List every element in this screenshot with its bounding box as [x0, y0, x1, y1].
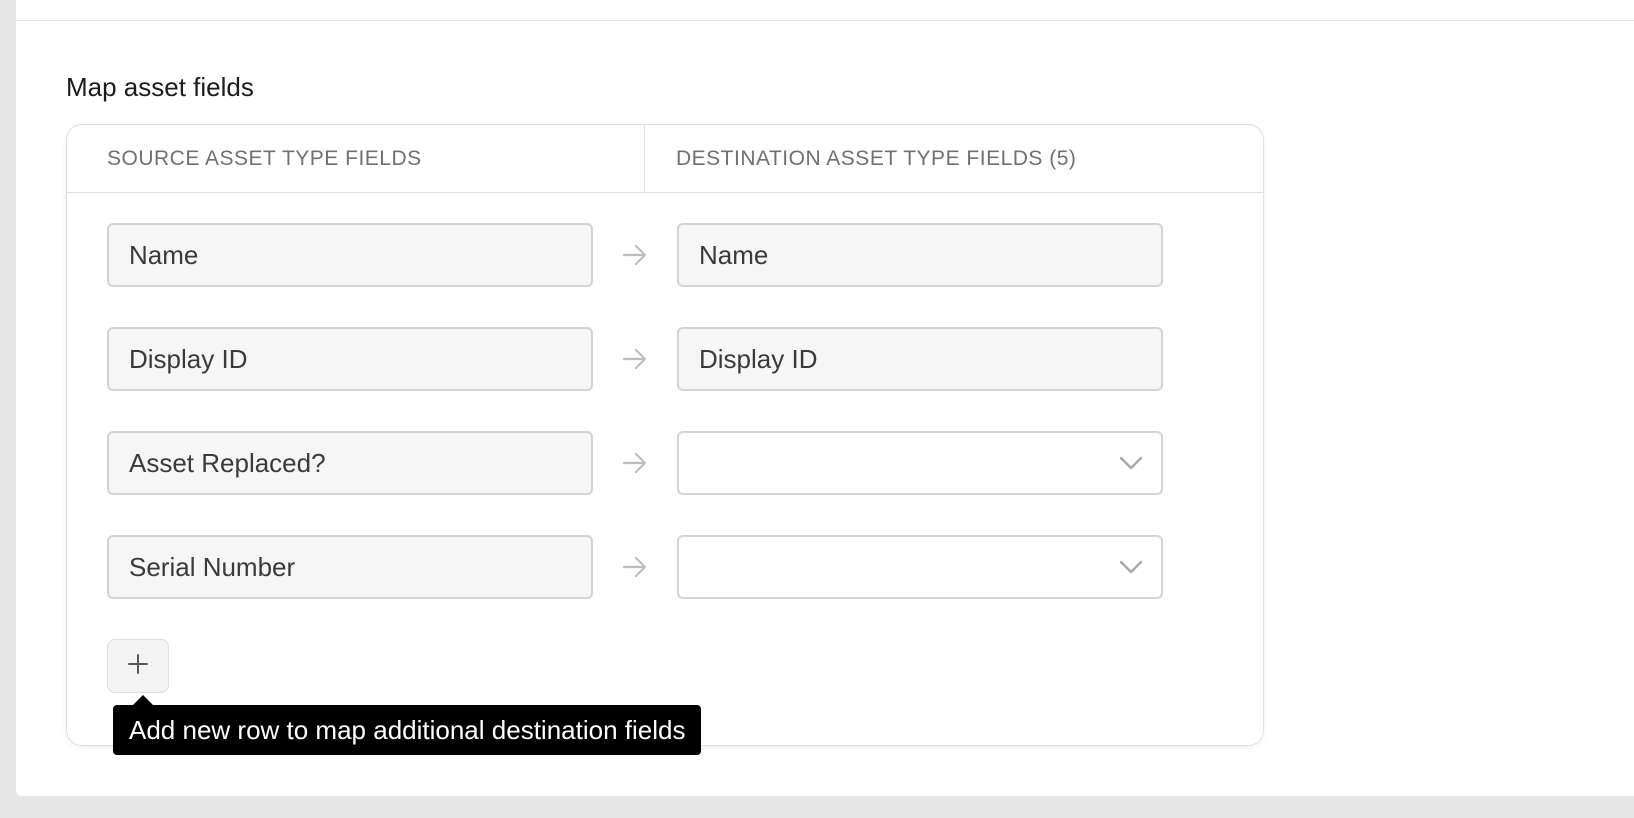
source-field: Asset Replaced?	[107, 431, 593, 495]
chevron-down-icon	[1119, 455, 1143, 476]
field-mapping-card: SOURCE ASSET TYPE FIELDS DESTINATION ASS…	[66, 124, 1264, 755]
destination-field: Name	[677, 223, 1163, 287]
add-row-button[interactable]	[107, 639, 169, 693]
mapping-row: Display ID Display ID	[107, 327, 1163, 391]
source-field: Display ID	[107, 327, 593, 391]
source-field: Name	[107, 223, 593, 287]
destination-column-header: DESTINATION ASSET TYPE FIELDS (5)	[676, 146, 1077, 170]
mapping-row: Serial Number	[107, 535, 1163, 599]
tooltip-text: Add new row to map additional destinatio…	[129, 715, 686, 745]
mapping-header: SOURCE ASSET TYPE FIELDS DESTINATION ASS…	[67, 125, 1263, 193]
destination-field-select[interactable]	[677, 535, 1163, 599]
plus-icon	[126, 652, 150, 681]
add-row-tooltip: Add new row to map additional destinatio…	[113, 695, 702, 755]
mapping-rows: Name Name Display ID Display ID Asset Re…	[107, 223, 1163, 639]
page-card: Map asset fields SOURCE ASSET TYPE FIELD…	[16, 0, 1634, 796]
top-divider	[16, 20, 1634, 21]
destination-field-select[interactable]	[677, 431, 1163, 495]
arrow-right-icon	[593, 348, 677, 370]
source-column-header: SOURCE ASSET TYPE FIELDS	[67, 125, 645, 192]
tooltip-caret	[133, 695, 153, 705]
arrow-right-icon	[593, 556, 677, 578]
destination-field: Display ID	[677, 327, 1163, 391]
mapping-row: Name Name	[107, 223, 1163, 287]
arrow-right-icon	[593, 452, 677, 474]
mapping-row: Asset Replaced?	[107, 431, 1163, 495]
chevron-down-icon	[1119, 559, 1143, 580]
source-field: Serial Number	[107, 535, 593, 599]
section-title: Map asset fields	[66, 72, 254, 102]
arrow-right-icon	[593, 244, 677, 266]
